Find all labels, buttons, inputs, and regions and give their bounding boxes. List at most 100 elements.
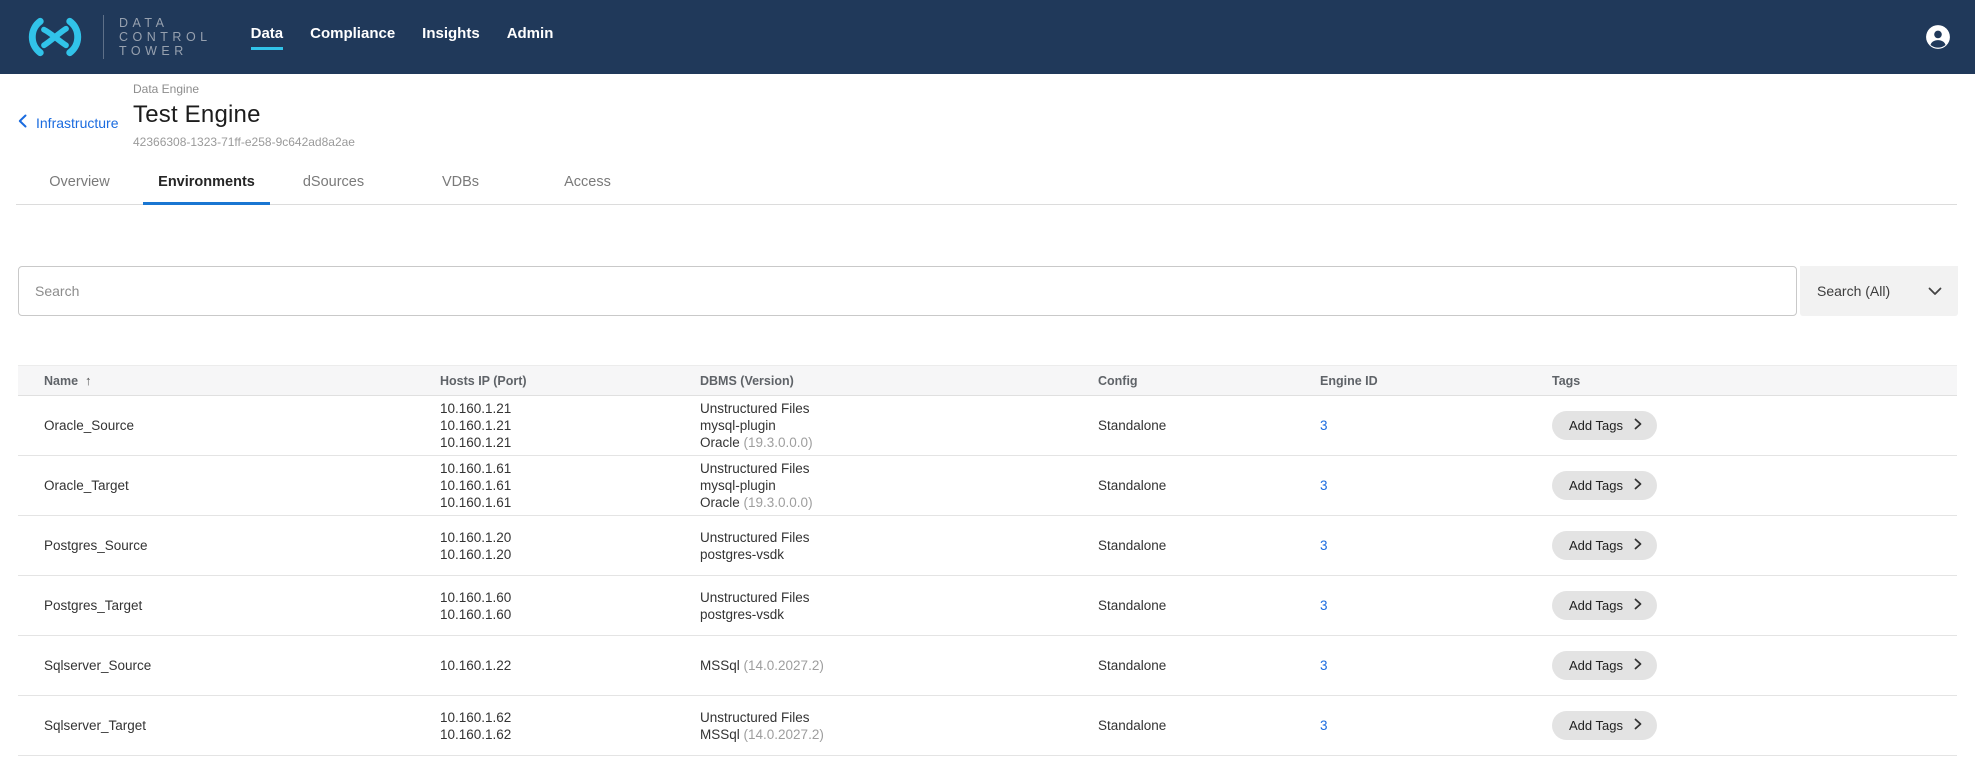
dbms-product: MSSql bbox=[700, 727, 740, 742]
nav-item-compliance[interactable]: Compliance bbox=[310, 25, 395, 50]
search-row: Search (All) bbox=[18, 266, 1958, 316]
dbms-version: (19.3.0.0.0) bbox=[740, 495, 813, 510]
tab-environments[interactable]: Environments bbox=[143, 162, 270, 205]
add-tags-button[interactable]: Add Tags bbox=[1552, 591, 1657, 620]
column-header-tags[interactable]: Tags bbox=[1552, 374, 1957, 388]
environments-table-header: Name ↑ Hosts IP (Port) DBMS (Version) Co… bbox=[18, 365, 1957, 396]
column-label: DBMS (Version) bbox=[700, 374, 794, 388]
cell-dbms: Unstructured Filesmysql-pluginOracle (19… bbox=[700, 400, 1098, 451]
tab-dsources[interactable]: dSources bbox=[270, 162, 397, 205]
engine-id-link[interactable]: 3 bbox=[1320, 418, 1328, 433]
host-ip: 10.160.1.21 bbox=[440, 400, 700, 417]
cell-engine-id: 3 bbox=[1320, 477, 1552, 494]
add-tags-button[interactable]: Add Tags bbox=[1552, 651, 1657, 680]
dbms-entry: Unstructured Files bbox=[700, 460, 1098, 477]
cell-tags: Add Tags bbox=[1552, 411, 1957, 440]
host-ip: 10.160.1.62 bbox=[440, 709, 700, 726]
nav-item-data[interactable]: Data bbox=[251, 25, 284, 50]
cell-config: Standalone bbox=[1098, 717, 1320, 734]
chevron-right-icon bbox=[1634, 478, 1642, 493]
wordmark-line: DATA bbox=[119, 16, 212, 30]
host-ip: 10.160.1.60 bbox=[440, 606, 700, 623]
add-tags-button[interactable]: Add Tags bbox=[1552, 531, 1657, 560]
cell-name: Postgres_Target bbox=[44, 597, 440, 614]
cell-dbms: Unstructured Filesmysql-plugin Oracle (19… bbox=[700, 460, 1098, 511]
column-header-name[interactable]: Name ↑ bbox=[44, 373, 440, 388]
table-row: Sqlserver_Target 10.160.1.6210.160.1.62 … bbox=[18, 696, 1957, 756]
chevron-right-icon bbox=[1634, 418, 1642, 433]
cell-engine-id: 3 bbox=[1320, 717, 1552, 734]
table-row: Oracle_Target 10.160.1.6110.160.1.6110.1… bbox=[18, 456, 1957, 516]
column-header-config[interactable]: Config bbox=[1098, 374, 1320, 388]
chevron-right-icon bbox=[1634, 658, 1642, 673]
cell-config: Standalone bbox=[1098, 477, 1320, 494]
dbms-version: (19.3.0.0.0) bbox=[740, 435, 813, 450]
column-header-dbms[interactable]: DBMS (Version) bbox=[700, 374, 1098, 388]
dbms-entry: mysql-plugin bbox=[700, 417, 1098, 434]
dbms-entry: MSSql (14.0.2027.2) bbox=[700, 657, 1098, 674]
dbms-version: (14.0.2027.2) bbox=[740, 658, 824, 673]
table-row: Postgres_Target 10.160.1.6010.160.1.60 U… bbox=[18, 576, 1957, 636]
dbms-product: Oracle bbox=[700, 495, 740, 510]
column-label: Name bbox=[44, 374, 78, 388]
chevron-down-icon bbox=[1928, 283, 1942, 299]
cell-engine-id: 3 bbox=[1320, 417, 1552, 434]
cell-engine-id: 3 bbox=[1320, 597, 1552, 614]
cell-dbms: MSSql (14.0.2027.2) bbox=[700, 657, 1098, 674]
host-ip: 10.160.1.21 bbox=[440, 434, 700, 451]
host-ip: 10.160.1.22 bbox=[440, 657, 700, 674]
tab-vdbs[interactable]: VDBs bbox=[397, 162, 524, 205]
tab-bar: Overview Environments dSources VDBs Acce… bbox=[16, 162, 1957, 205]
column-label: Engine ID bbox=[1320, 374, 1378, 388]
cell-engine-id: 3 bbox=[1320, 657, 1552, 674]
add-tags-button[interactable]: Add Tags bbox=[1552, 411, 1657, 440]
page-header: Infrastructure Data Engine Test Engine 4… bbox=[0, 74, 1975, 149]
add-tags-label: Add Tags bbox=[1569, 418, 1623, 433]
column-header-hosts[interactable]: Hosts IP (Port) bbox=[440, 374, 700, 388]
dbms-product: mysql-plugin bbox=[700, 478, 776, 493]
app-header: DATA CONTROL TOWER Data Compliance Insig… bbox=[0, 0, 1975, 74]
dbms-product: postgres-vsdk bbox=[700, 547, 784, 562]
dbms-product: postgres-vsdk bbox=[700, 607, 784, 622]
cell-config: Standalone bbox=[1098, 657, 1320, 674]
chevron-right-icon bbox=[1634, 598, 1642, 613]
cell-tags: Add Tags bbox=[1552, 711, 1957, 740]
dbms-version: (14.0.2027.2) bbox=[740, 727, 824, 742]
search-input[interactable] bbox=[18, 266, 1797, 316]
cell-engine-id: 3 bbox=[1320, 537, 1552, 554]
add-tags-button[interactable]: Add Tags bbox=[1552, 471, 1657, 500]
engine-id-link[interactable]: 3 bbox=[1320, 478, 1328, 493]
dbms-product: Oracle bbox=[700, 435, 740, 450]
dbms-product: Unstructured Files bbox=[700, 401, 810, 416]
cell-tags: Add Tags bbox=[1552, 651, 1957, 680]
nav-item-insights[interactable]: Insights bbox=[422, 25, 480, 50]
add-tags-label: Add Tags bbox=[1569, 718, 1623, 733]
tab-access[interactable]: Access bbox=[524, 162, 651, 205]
nav-item-admin[interactable]: Admin bbox=[507, 25, 554, 50]
breadcrumb-back-link[interactable]: Infrastructure bbox=[18, 114, 118, 131]
tab-overview[interactable]: Overview bbox=[16, 162, 143, 205]
user-account-icon[interactable] bbox=[1925, 24, 1951, 50]
engine-id-link[interactable]: 3 bbox=[1320, 718, 1328, 733]
dbms-entry: Oracle (19.3.0.0.0) bbox=[700, 434, 1098, 451]
engine-uuid: 42366308-1323-71ff-e258-9c642ad8a2ae bbox=[133, 135, 1975, 149]
table-row: Postgres_Source 10.160.1.2010.160.1.20 U… bbox=[18, 516, 1957, 576]
add-tags-label: Add Tags bbox=[1569, 658, 1623, 673]
add-tags-button[interactable]: Add Tags bbox=[1552, 711, 1657, 740]
engine-id-link[interactable]: 3 bbox=[1320, 658, 1328, 673]
host-ip: 10.160.1.20 bbox=[440, 529, 700, 546]
engine-id-link[interactable]: 3 bbox=[1320, 598, 1328, 613]
cell-hosts: 10.160.1.6010.160.1.60 bbox=[440, 589, 700, 623]
chevron-left-icon bbox=[18, 114, 27, 131]
dbms-product: Unstructured Files bbox=[700, 710, 810, 725]
column-header-engine-id[interactable]: Engine ID bbox=[1320, 374, 1552, 388]
cell-tags: Add Tags bbox=[1552, 591, 1957, 620]
cell-name: Sqlserver_Target bbox=[44, 717, 440, 734]
search-scope-dropdown[interactable]: Search (All) bbox=[1800, 266, 1958, 316]
search-scope-label: Search (All) bbox=[1817, 283, 1890, 299]
cell-dbms: Unstructured Files MSSql (14.0.2027.2) bbox=[700, 709, 1098, 743]
engine-id-link[interactable]: 3 bbox=[1320, 538, 1328, 553]
table-row: Oracle_Source 10.160.1.2110.160.1.2110.1… bbox=[18, 396, 1957, 456]
dbms-product: Unstructured Files bbox=[700, 530, 810, 545]
chevron-right-icon bbox=[1634, 538, 1642, 553]
